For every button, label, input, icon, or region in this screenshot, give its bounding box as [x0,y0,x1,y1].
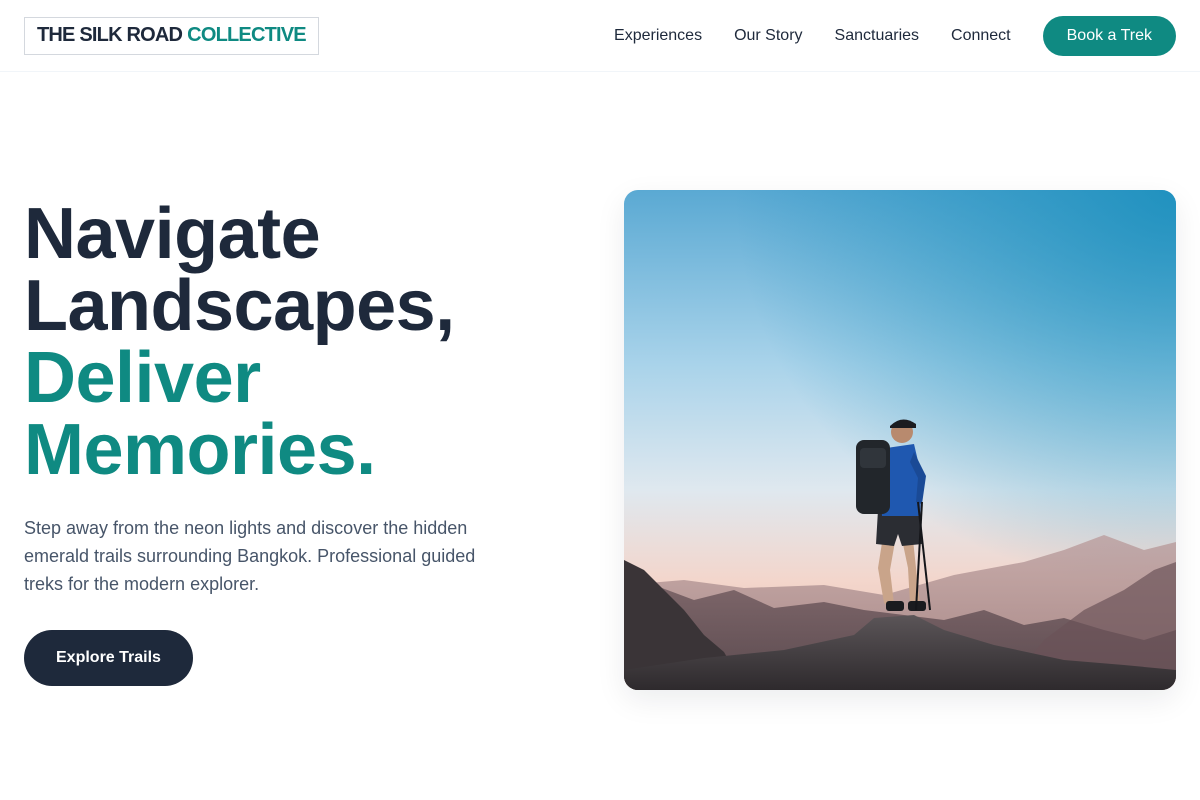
brand-name-accent: COLLECTIVE [187,24,306,46]
hero-photo-hiker [624,190,1176,690]
nav-link-sanctuaries[interactable]: Sanctuaries [835,27,920,45]
headline-line-4: Memories. [24,410,376,490]
hero-content: Navigate Landscapes, Deliver Memories. S… [24,198,544,686]
nav-link-experiences[interactable]: Experiences [614,27,702,45]
nav-link-connect[interactable]: Connect [951,27,1011,45]
hero-description: Step away from the neon lights and disco… [24,518,476,594]
brand-name-primary: THE SILK ROAD [37,24,183,46]
hero-headline: Navigate Landscapes, Deliver Memories. [24,198,544,486]
explore-trails-button[interactable]: Explore Trails [24,630,193,686]
hiker-on-mountain-illustration [624,190,1176,690]
headline-line-3: Deliver [24,338,261,418]
main-nav: Experiences Our Story Sanctuaries Connec… [614,15,1176,56]
site-header: THE SILK ROAD COLLECTIVE Experiences Our… [0,0,1200,72]
headline-line-1: Navigate [24,194,321,274]
book-trek-button[interactable]: Book a Trek [1042,15,1176,56]
nav-link-our-story[interactable]: Our Story [734,27,802,45]
brand-logo[interactable]: THE SILK ROAD COLLECTIVE [24,16,319,55]
headline-line-2: Landscapes, [24,266,455,346]
